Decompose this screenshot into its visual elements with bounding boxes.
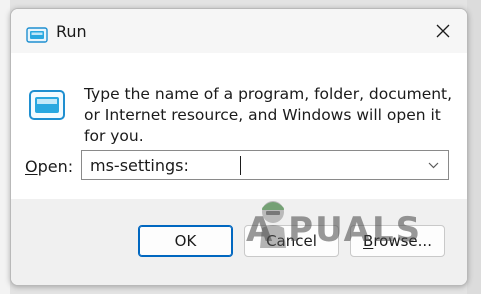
title-bar[interactable]: Run — [11, 9, 467, 53]
browse-button-accelerator: B — [363, 232, 374, 250]
dialog-content: Type the name of a program, folder, docu… — [11, 53, 467, 199]
browse-button[interactable]: Browse... — [350, 225, 445, 257]
cancel-button[interactable]: Cancel — [244, 225, 339, 257]
desktop-background-left — [0, 0, 10, 294]
desktop-background-right — [467, 0, 481, 294]
run-dialog: Run Type the name of a program, folder, … — [10, 8, 468, 286]
command-input[interactable] — [82, 151, 422, 179]
text-caret — [240, 156, 241, 175]
dialog-footer: OK Cancel Browse... — [11, 199, 467, 285]
dropdown-button[interactable] — [422, 151, 444, 179]
run-icon — [26, 27, 48, 43]
command-combobox[interactable] — [81, 150, 449, 180]
open-label-text: pen: — [37, 157, 74, 176]
close-button[interactable] — [423, 13, 463, 49]
window-title: Run — [56, 22, 87, 41]
chevron-down-icon — [428, 162, 438, 168]
run-icon — [29, 90, 65, 120]
open-label: Open: — [25, 157, 73, 176]
dialog-description: Type the name of a program, folder, docu… — [84, 85, 453, 145]
close-icon — [436, 24, 450, 38]
ok-button[interactable]: OK — [138, 225, 233, 257]
open-label-accelerator: O — [25, 157, 38, 176]
browse-button-text: rowse... — [373, 232, 432, 250]
